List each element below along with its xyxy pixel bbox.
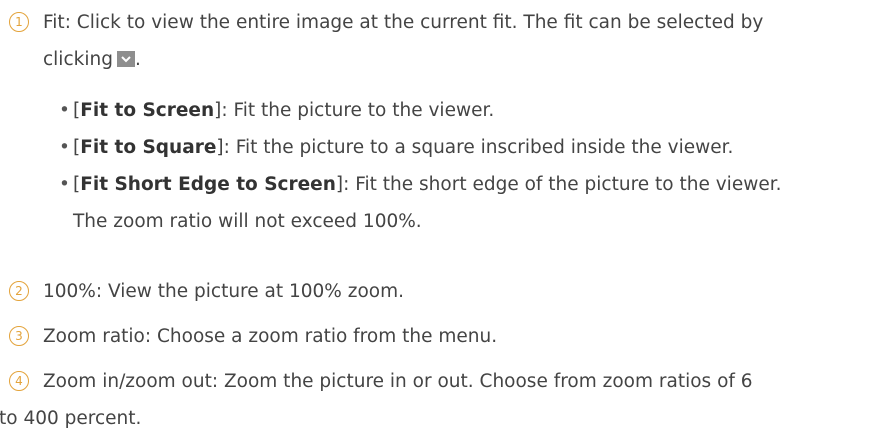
bullet-fit-to-square: • [Fit to Square]: Fit the picture to a …: [59, 129, 864, 166]
chevron-down-icon: [116, 51, 135, 67]
number-badge-2: 2: [9, 281, 29, 301]
option-description-cont: The zoom ratio will not exceed 100%.: [73, 211, 422, 232]
number-badge-4: 4: [9, 371, 29, 391]
option-description: : Fit the picture to a square inscribed …: [223, 137, 734, 158]
list-item-fit: 1 Fit: Click to view the entire image at…: [9, 4, 864, 78]
option-label: Fit Short Edge to Screen: [80, 174, 336, 195]
number-badge-1: 1: [9, 12, 29, 32]
item-4-line-2: to 400 percent.: [0, 408, 142, 429]
bullet-fit-short-edge: • [Fit Short Edge to Screen]: Fit the sh…: [59, 166, 864, 240]
bullet-dot: •: [59, 174, 70, 195]
number-badge-3: 3: [9, 326, 29, 346]
item-4-line-1: Zoom in/zoom out: Zoom the picture in or…: [43, 371, 753, 392]
bullet-fit-to-screen: • [Fit to Screen]: Fit the picture to th…: [59, 92, 864, 129]
bullet-dot: •: [59, 100, 70, 121]
option-description: : Fit the short edge of the picture to t…: [343, 174, 782, 195]
option-description: : Fit the picture to the viewer.: [221, 100, 495, 121]
item-2-text: 100%: View the picture at 100% zoom.: [43, 281, 405, 302]
item-1-period: .: [134, 49, 141, 70]
bullet-dot: •: [59, 137, 70, 158]
list-item-zoom-ratio: 3 Zoom ratio: Choose a zoom ratio from t…: [9, 318, 864, 355]
item-1-line-2: clicking.: [43, 41, 864, 78]
list-item-100-percent: 2 100%: View the picture at 100% zoom.: [9, 273, 864, 310]
fit-options-list: • [Fit to Screen]: Fit the picture to th…: [59, 92, 864, 240]
list-item-zoom-in-out: 4 Zoom in/zoom out: Zoom the picture in …: [0, 363, 864, 437]
item-3-text: Zoom ratio: Choose a zoom ratio from the…: [43, 326, 498, 347]
item-1-clicking-text: clicking: [43, 49, 113, 70]
item-1-line-1: Fit: Click to view the entire image at t…: [43, 12, 764, 33]
option-label: Fit to Screen: [80, 100, 215, 121]
option-label: Fit to Square: [80, 137, 217, 158]
